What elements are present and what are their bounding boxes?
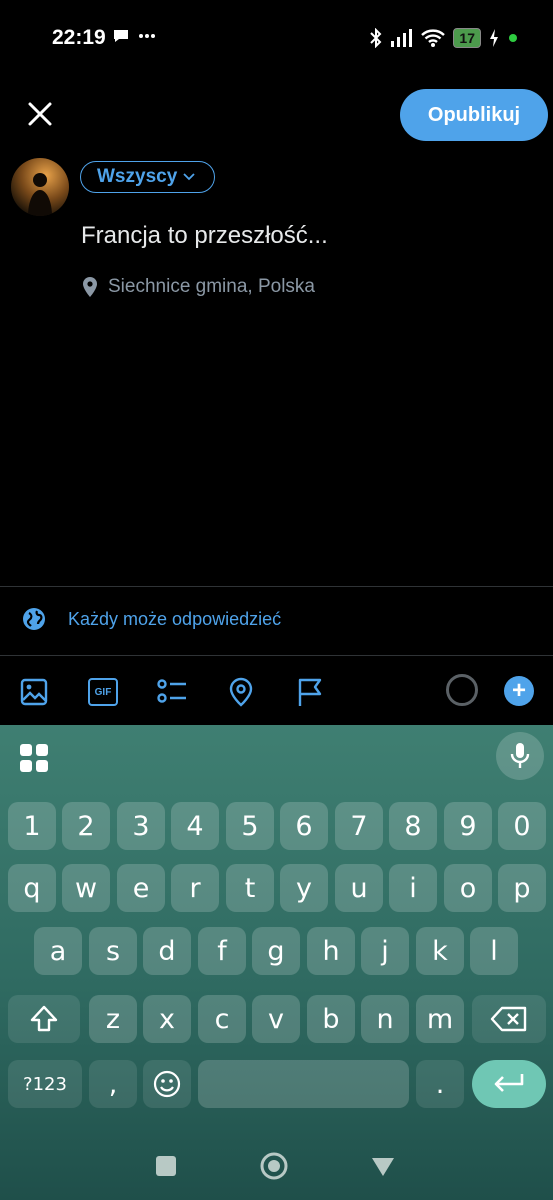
signal-icon — [391, 29, 413, 47]
flag-button[interactable] — [292, 674, 328, 710]
close-button[interactable] — [24, 98, 56, 130]
status-right-icons: 17 — [369, 28, 517, 48]
key[interactable]: f — [198, 927, 246, 975]
key[interactable]: n — [361, 995, 409, 1043]
period-key[interactable]: . — [416, 1060, 464, 1108]
keyboard-menu-button[interactable] — [20, 744, 48, 772]
key[interactable]: s — [89, 927, 137, 975]
key[interactable]: 2 — [62, 802, 110, 850]
key[interactable]: q — [8, 864, 56, 912]
key[interactable]: a — [34, 927, 82, 975]
recents-button[interactable] — [156, 1156, 176, 1176]
avatar-silhouette-icon — [28, 173, 52, 216]
reply-settings-button[interactable]: Każdy może odpowiedzieć — [22, 607, 281, 631]
key[interactable]: l — [470, 927, 518, 975]
key[interactable]: 7 — [335, 802, 383, 850]
key[interactable]: 3 — [117, 802, 165, 850]
image-icon — [20, 678, 48, 706]
microphone-icon — [510, 743, 530, 768]
key[interactable]: b — [307, 995, 355, 1043]
emoji-icon — [153, 1070, 181, 1098]
shift-key[interactable] — [8, 995, 80, 1043]
key[interactable]: d — [143, 927, 191, 975]
tweet-text-input[interactable]: Francja to przeszłość... — [81, 222, 328, 250]
audience-label: Wszyscy — [97, 166, 178, 187]
backspace-icon — [490, 1006, 527, 1032]
key[interactable]: r — [171, 864, 219, 912]
bluetooth-icon — [370, 28, 382, 48]
enter-icon — [494, 1074, 524, 1092]
symbols-key[interactable]: ?123 — [8, 1060, 82, 1108]
close-icon — [28, 102, 52, 126]
media-button[interactable] — [16, 674, 52, 710]
location-pin-outline-icon — [229, 677, 253, 707]
key[interactable]: x — [143, 995, 191, 1043]
gif-button[interactable]: GIF — [85, 674, 121, 710]
audience-selector-button[interactable]: Wszyscy — [80, 161, 215, 193]
flag-icon — [298, 678, 322, 706]
poll-button[interactable] — [154, 674, 190, 710]
charging-icon — [490, 29, 498, 47]
key[interactable]: k — [416, 927, 464, 975]
key[interactable]: v — [252, 995, 300, 1043]
poll-list-icon — [157, 679, 186, 703]
location-pin-icon — [83, 277, 97, 297]
key[interactable]: j — [361, 927, 409, 975]
key[interactable]: 6 — [280, 802, 328, 850]
battery-indicator: 17 — [453, 28, 481, 48]
apps-grid-icon — [20, 744, 48, 772]
back-button[interactable] — [370, 1156, 396, 1178]
key[interactable]: z — [89, 995, 137, 1043]
key[interactable]: m — [416, 995, 464, 1043]
key[interactable]: w — [62, 864, 110, 912]
message-notification-icon — [114, 30, 128, 42]
key[interactable]: 1 — [8, 802, 56, 850]
divider-bottom — [0, 655, 553, 656]
privacy-indicator-dot — [509, 34, 517, 42]
location-label: Siechnice gmina, Polska — [108, 276, 315, 297]
key[interactable]: 4 — [171, 802, 219, 850]
key[interactable]: e — [117, 864, 165, 912]
key[interactable]: u — [335, 864, 383, 912]
space-key[interactable] — [198, 1060, 409, 1108]
publish-button[interactable]: Opublikuj — [400, 89, 548, 141]
add-thread-button[interactable]: + — [504, 676, 534, 706]
comma-key[interactable]: , — [89, 1060, 137, 1108]
key[interactable]: o — [444, 864, 492, 912]
shift-icon — [30, 1005, 58, 1032]
gif-icon: GIF — [88, 678, 118, 706]
more-notifications-icon — [139, 34, 155, 38]
home-button[interactable] — [260, 1152, 288, 1180]
status-left-icons — [112, 28, 156, 44]
system-nav-bar — [0, 1140, 553, 1200]
key[interactable]: 8 — [389, 802, 437, 850]
status-time: 22:19 — [52, 26, 106, 49]
key[interactable]: g — [252, 927, 300, 975]
divider-top — [0, 586, 553, 587]
key[interactable]: i — [389, 864, 437, 912]
globe-icon — [23, 608, 45, 630]
key[interactable]: p — [498, 864, 546, 912]
back-triangle-icon — [372, 1158, 394, 1176]
key[interactable]: 5 — [226, 802, 274, 850]
key[interactable]: t — [226, 864, 274, 912]
wifi-icon — [421, 29, 446, 47]
key[interactable]: 9 — [444, 802, 492, 850]
emoji-key[interactable] — [143, 1060, 191, 1108]
reply-settings-label: Każdy może odpowiedzieć — [68, 608, 282, 629]
chevron-down-icon — [183, 173, 195, 181]
location-tag[interactable]: Siechnice gmina, Polska — [80, 276, 315, 298]
backspace-key[interactable] — [472, 995, 546, 1043]
key[interactable]: 0 — [498, 802, 546, 850]
character-count-ring — [446, 674, 478, 706]
gif-icon-label: GIF — [94, 686, 112, 698]
location-button[interactable] — [223, 674, 259, 710]
avatar[interactable] — [11, 158, 69, 216]
key[interactable]: y — [280, 864, 328, 912]
voice-input-button[interactable] — [496, 732, 544, 780]
key[interactable]: c — [198, 995, 246, 1043]
enter-key[interactable] — [472, 1060, 546, 1108]
home-circle-icon — [260, 1152, 288, 1180]
key[interactable]: h — [307, 927, 355, 975]
